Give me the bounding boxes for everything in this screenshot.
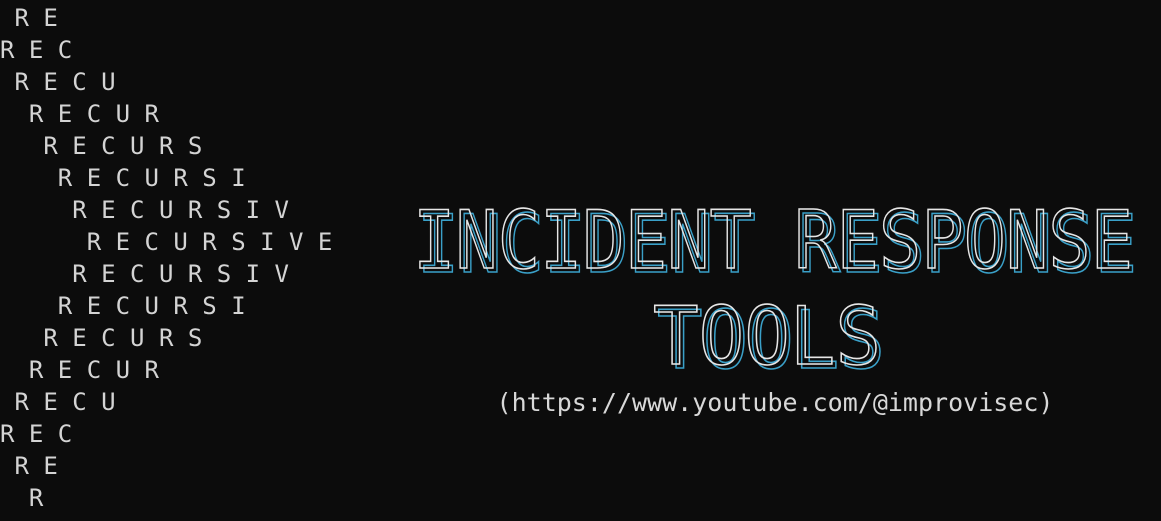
pyramid-line: R E xyxy=(0,4,58,32)
pyramid-line: R E C U xyxy=(0,68,116,96)
banner-art: INCIDENT RESPONSE INCIDENT RESPONSE TOOL… xyxy=(412,200,1138,380)
pyramid-line: R E C U R S xyxy=(0,324,203,352)
pyramid-line: R E C U R S xyxy=(0,132,203,160)
pyramid-line: R E C U R xyxy=(0,100,159,128)
channel-url: (https://www.youtube.com/@improvisec) xyxy=(496,388,1054,417)
pyramid-line: R E C U R S I V E xyxy=(0,228,333,256)
terminal-window: R E R E C R E C U R E C U R R E C U R S … xyxy=(0,0,1161,521)
pyramid-line: R E C U R S I V xyxy=(0,260,289,288)
pyramid-line: R E C xyxy=(0,420,73,448)
pyramid-line: R E C U R S I xyxy=(0,292,246,320)
pyramid-line: R E C U R S I V xyxy=(0,196,289,224)
pyramid-line: R E xyxy=(0,452,58,480)
pyramid-line: R E C xyxy=(0,36,73,64)
banner-title: INCIDENT RESPONSE xyxy=(413,200,1133,287)
pyramid-line: R E C U xyxy=(0,388,116,416)
pyramid-line: R xyxy=(0,484,44,512)
pyramid-line: R E C U R S I xyxy=(0,164,246,192)
pyramid-line: R E C U R xyxy=(0,356,159,384)
banner-subtitle: TOOLS xyxy=(653,290,881,380)
